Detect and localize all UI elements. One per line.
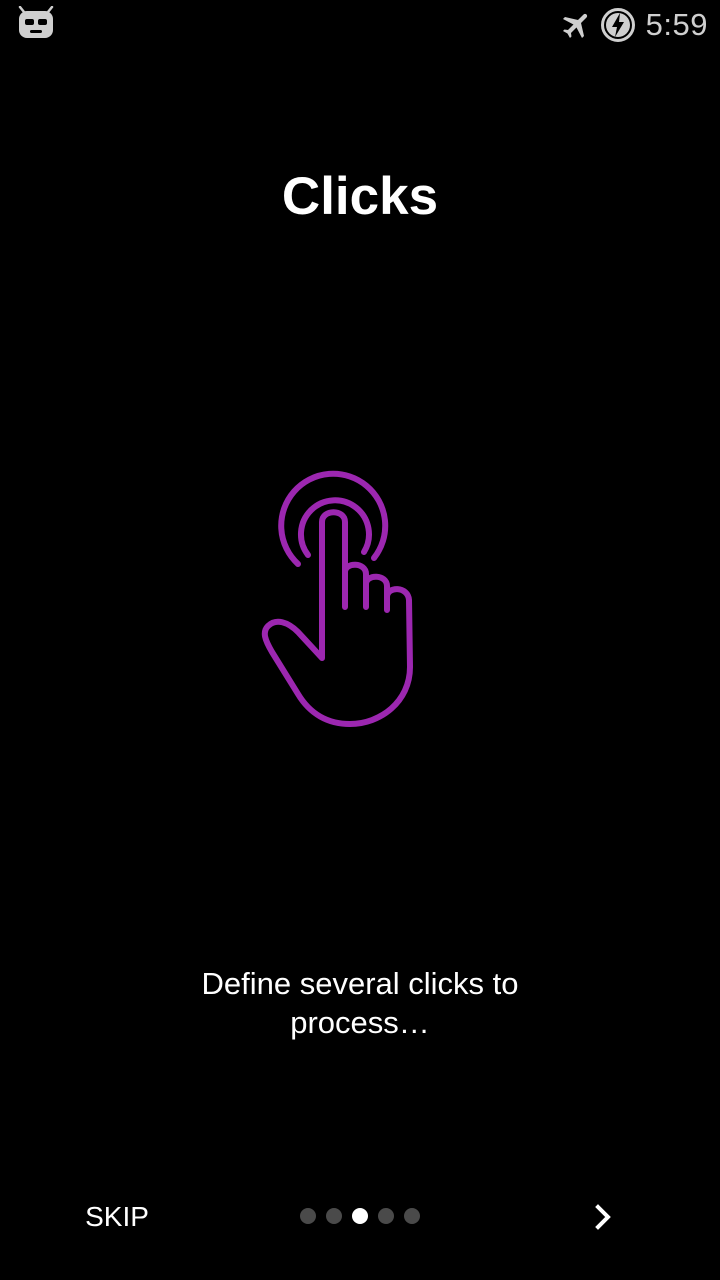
status-bar-right: 5:59 bbox=[560, 0, 708, 50]
status-clock: 5:59 bbox=[645, 7, 708, 42]
page-title: Clicks bbox=[281, 167, 439, 226]
page-dot-3-active bbox=[352, 1208, 368, 1224]
page-indicator bbox=[290, 1204, 430, 1228]
cyanogenmod-mascot-icon bbox=[18, 6, 54, 38]
intro-description: Define several clicks to process… bbox=[201, 966, 519, 1040]
next-button[interactable] bbox=[578, 1192, 628, 1242]
chevron-right-icon bbox=[595, 1204, 611, 1230]
airplane-mode-icon bbox=[562, 13, 587, 39]
battery-charging-icon bbox=[600, 8, 635, 42]
page-dot-2 bbox=[326, 1208, 342, 1224]
status-bar: 5:59 bbox=[0, 0, 720, 50]
page-dot-5 bbox=[404, 1208, 420, 1224]
page-dot-4 bbox=[378, 1208, 394, 1224]
skip-button[interactable]: SKIP bbox=[62, 1192, 172, 1242]
intro-navigation-bar: SKIP bbox=[0, 1180, 720, 1254]
tap-hand-icon bbox=[261, 470, 413, 727]
page-dot-1 bbox=[300, 1208, 316, 1224]
